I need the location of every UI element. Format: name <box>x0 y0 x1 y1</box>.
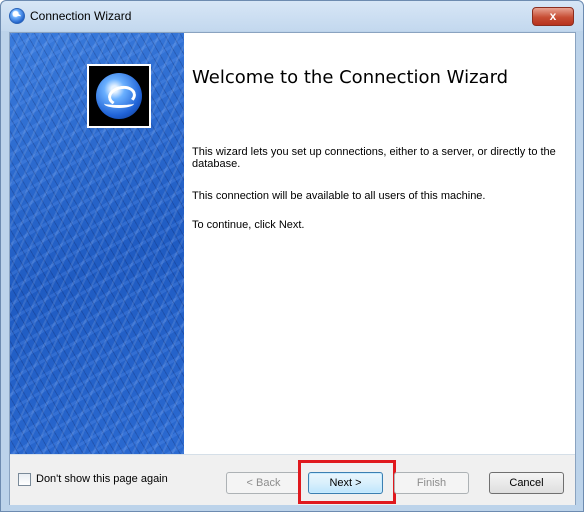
wizard-footer: Don't show this page again < Back Next >… <box>10 454 575 505</box>
continue-paragraph: To continue, click Next. <box>192 219 305 231</box>
close-button[interactable]: x <box>532 7 574 26</box>
next-button[interactable]: Next > <box>308 472 383 494</box>
intro-paragraph: This wizard lets you set up connections,… <box>192 146 556 170</box>
wizard-client-area: Welcome to the Connection Wizard This wi… <box>9 32 576 505</box>
wizard-side-banner <box>10 33 184 454</box>
finish-button[interactable]: Finish <box>394 472 469 494</box>
back-button[interactable]: < Back <box>226 472 301 494</box>
wizard-content: Welcome to the Connection Wizard This wi… <box>184 33 575 454</box>
globe-logo-icon <box>96 73 142 119</box>
availability-paragraph: This connection will be available to all… <box>192 190 486 202</box>
logo-frame <box>87 64 151 128</box>
page-title: Welcome to the Connection Wizard <box>192 67 509 88</box>
dont-show-again-checkbox[interactable] <box>18 473 31 486</box>
window-title: Connection Wizard <box>30 9 132 23</box>
globe-icon <box>9 8 25 24</box>
title-bar[interactable]: Connection Wizard x <box>1 1 583 31</box>
dont-show-again-label[interactable]: Don't show this page again <box>36 473 168 486</box>
cancel-button[interactable]: Cancel <box>489 472 564 494</box>
connection-wizard-window: Connection Wizard x Welcome to the Conne… <box>0 0 584 512</box>
